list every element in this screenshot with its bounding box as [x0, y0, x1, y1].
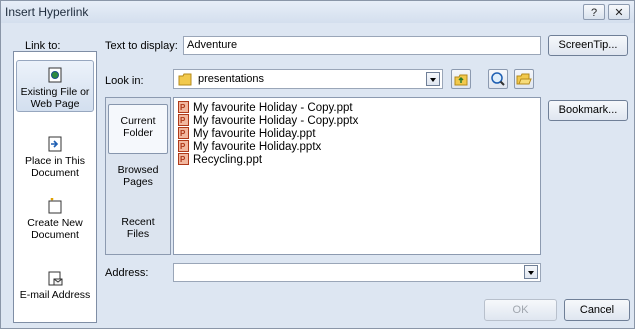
- up-folder-icon: [454, 74, 468, 86]
- ppt-file-icon: [178, 153, 189, 166]
- list-item[interactable]: Recycling.ppt: [178, 153, 262, 166]
- browse-web-button[interactable]: [488, 69, 508, 89]
- nav-current-line2: Folder: [123, 127, 153, 139]
- link-to-pane: Existing File or Web Page Place in This …: [13, 51, 97, 323]
- list-item[interactable]: My favourite Holiday - Copy.ppt: [178, 101, 353, 114]
- ok-button[interactable]: OK: [484, 299, 557, 321]
- folder-nav-pane: Current Folder Browsed Pages Recent File…: [105, 97, 171, 255]
- link-place-line2: Document: [31, 167, 79, 179]
- title-bar: Insert Hyperlink ? ✕: [1, 1, 634, 23]
- address-input[interactable]: [173, 263, 541, 282]
- nav-recent-files[interactable]: Recent Files: [108, 216, 168, 240]
- link-existing-file-line2: Web Page: [30, 98, 80, 110]
- link-place-line1: Place in This: [25, 155, 85, 167]
- list-item[interactable]: My favourite Holiday.ppt: [178, 127, 316, 140]
- bookmark-button[interactable]: Bookmark...: [548, 100, 628, 121]
- ppt-file-icon: [178, 101, 189, 114]
- document-place-icon: [48, 136, 62, 152]
- text-to-display-label: Text to display:: [105, 40, 178, 52]
- nav-recent-line2: Files: [126, 228, 150, 240]
- nav-current-line1: Current: [120, 115, 156, 127]
- insert-hyperlink-dialog: Insert Hyperlink ? ✕ Link to: Existing F…: [0, 0, 635, 329]
- screentip-button[interactable]: ScreenTip...: [548, 35, 628, 56]
- link-email-address[interactable]: E-mail Address: [14, 270, 96, 301]
- web-page-icon: [48, 67, 62, 83]
- pptx-file-icon: [178, 114, 189, 127]
- link-email-line1: E-mail Address: [19, 289, 91, 301]
- file-name: My favourite Holiday - Copy.ppt: [193, 102, 353, 114]
- close-button[interactable]: ✕: [608, 4, 630, 20]
- nav-recent-line1: Recent: [121, 216, 155, 228]
- nav-browsed-line1: Browsed: [117, 164, 159, 176]
- browse-web-icon: [491, 72, 505, 86]
- browse-file-button[interactable]: [514, 69, 534, 89]
- list-item[interactable]: My favourite Holiday - Copy.pptx: [178, 114, 358, 127]
- folder-icon: [178, 73, 192, 86]
- look-in-label: Look in:: [105, 75, 144, 87]
- link-existing-file[interactable]: Existing File or Web Page: [16, 60, 94, 112]
- dialog-title: Insert Hyperlink: [5, 5, 89, 19]
- list-item[interactable]: My favourite Holiday.pptx: [178, 140, 321, 153]
- link-create-line2: Document: [31, 229, 79, 241]
- look-in-select[interactable]: presentations: [173, 69, 443, 89]
- look-in-value: presentations: [198, 73, 265, 85]
- new-document-icon: [48, 198, 62, 214]
- help-button[interactable]: ?: [583, 4, 605, 20]
- chevron-down-icon[interactable]: [426, 72, 440, 86]
- link-create-new-document[interactable]: Create New Document: [14, 198, 96, 241]
- up-folder-button[interactable]: [451, 69, 471, 89]
- file-list: My favourite Holiday - Copy.ppt My favou…: [173, 97, 541, 255]
- file-name: My favourite Holiday.ppt: [193, 128, 316, 140]
- file-name: Recycling.ppt: [193, 154, 263, 166]
- file-name: My favourite Holiday.pptx: [193, 141, 322, 153]
- file-name: My favourite Holiday - Copy.pptx: [193, 115, 359, 127]
- nav-browsed-line2: Pages: [123, 176, 153, 188]
- text-to-display-input[interactable]: Adventure: [183, 36, 541, 55]
- open-folder-icon: [516, 73, 532, 85]
- ppt-file-icon: [178, 127, 189, 140]
- cancel-button[interactable]: Cancel: [564, 299, 630, 321]
- nav-current-folder[interactable]: Current Folder: [108, 104, 168, 154]
- link-place-in-document[interactable]: Place in This Document: [14, 136, 96, 179]
- link-create-line1: Create New: [27, 217, 83, 229]
- email-icon: [48, 271, 63, 286]
- nav-browsed-pages[interactable]: Browsed Pages: [108, 164, 168, 188]
- address-label: Address:: [105, 267, 149, 279]
- link-existing-file-line1: Existing File or: [20, 86, 90, 98]
- pptx-file-icon: [178, 140, 189, 153]
- chevron-down-icon[interactable]: [524, 265, 538, 279]
